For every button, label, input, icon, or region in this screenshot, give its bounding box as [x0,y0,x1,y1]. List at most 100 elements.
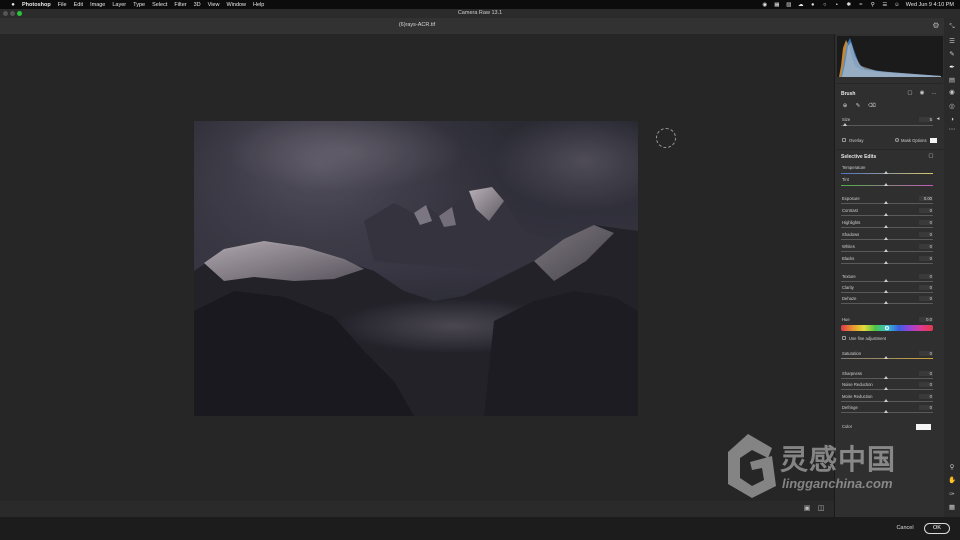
clock[interactable]: Wed Jun 9 4:10 PM [906,2,954,8]
hue-value[interactable]: 0.0 [919,317,933,322]
edit-icon[interactable]: ☰ [948,38,956,46]
dehaze-value[interactable]: 0 [919,296,933,301]
more-icon[interactable]: … [931,90,937,96]
fine-adjustment-checkbox[interactable] [842,336,846,340]
shadows-value[interactable]: 0 [919,232,933,237]
dehaze-thumb[interactable] [884,301,888,304]
saturation-value[interactable]: 0 [919,351,933,356]
defringe-value[interactable]: 0 [919,405,933,410]
mask-options-radio[interactable] [895,138,899,142]
size-slider[interactable] [841,125,933,126]
contrast-thumb[interactable] [884,213,888,216]
size-value[interactable]: 5 [919,117,933,122]
mask-options-label[interactable]: Mask Options [901,138,927,143]
temperature-thumb[interactable] [884,171,888,174]
app-icon[interactable]: ▨ [786,2,792,8]
expand-icon[interactable]: ⤡ [948,23,956,31]
reset-icon[interactable]: ▢ [928,153,934,159]
menu-help[interactable]: Help [253,2,264,8]
menu-file[interactable]: File [58,2,67,8]
ok-button[interactable]: OK [924,523,950,534]
blacks-value[interactable]: 0 [919,256,933,261]
size-label: Size [842,117,851,122]
cloud-icon[interactable]: ☁ [798,2,804,8]
brush-pen-icon[interactable]: ✎ [855,103,861,109]
hue-thumb[interactable] [885,326,889,330]
radial-icon[interactable]: ◉ [948,89,956,97]
cancel-button[interactable]: Cancel [890,523,920,534]
clarity-thumb[interactable] [884,290,888,293]
image-canvas[interactable] [0,34,834,501]
brush-icon[interactable]: ✒ [948,64,956,72]
circle-icon[interactable]: ○ [822,2,828,8]
exposure-value[interactable]: 0.00 [919,196,933,201]
menu-type[interactable]: Type [133,2,145,8]
noise-reduction-value[interactable]: 0 [919,382,933,387]
apple-icon[interactable]: ● [9,2,17,8]
highlights-thumb[interactable] [884,225,888,228]
moire-reduction-thumb[interactable] [884,399,888,402]
clarity-value[interactable]: 0 [919,285,933,290]
menu-edit[interactable]: Edit [74,2,83,8]
tint-thumb[interactable] [884,183,888,186]
saturation-thumb[interactable] [884,356,888,359]
copy-icon[interactable]: ▢ [907,90,913,96]
brush-add-icon[interactable]: ⊕ [842,103,848,109]
menu-layer[interactable]: Layer [112,2,126,8]
menu-image[interactable]: Image [90,2,105,8]
menu-app[interactable]: Photoshop [22,2,51,8]
gear-icon[interactable]: ⚙ [931,21,941,31]
contrast-value[interactable]: 0 [919,208,933,213]
chevron-left-icon[interactable]: ◂ [935,116,941,122]
single-view-icon[interactable]: ▣ [803,505,811,513]
record-icon[interactable]: ◉ [762,2,768,8]
whites-value[interactable]: 0 [919,244,933,249]
bluetooth-icon[interactable]: ✱ [846,2,852,8]
control-center-icon[interactable]: ☰ [882,2,888,8]
gradient-icon[interactable]: ▤ [948,77,956,85]
fine-adjustment-label[interactable]: Use fine adjustment [849,336,886,341]
menu-window[interactable]: Window [226,2,246,8]
sharpness-thumb[interactable] [884,376,888,379]
window-title: Camera Raw 13.1 [457,10,503,16]
visibility-icon[interactable]: ◉ [919,90,925,96]
eraser-icon[interactable]: ⌫ [868,103,876,109]
defringe-thumb[interactable] [884,410,888,413]
menu-3d[interactable]: 3D [194,2,201,8]
user-icon[interactable]: ☺ [894,2,900,8]
dot-icon[interactable]: • [834,2,840,8]
overlay-label[interactable]: Overlay [849,138,863,143]
grid-icon[interactable]: ▦ [774,2,780,8]
redeye-icon[interactable]: ◎ [948,103,956,111]
menu-view[interactable]: View [208,2,220,8]
blacks-thumb[interactable] [884,261,888,264]
exposure-thumb[interactable] [884,201,888,204]
photo-preview[interactable] [194,121,638,416]
hand-icon[interactable]: ✋ [948,477,956,485]
hue-label: Hue [842,317,850,322]
menu-filter[interactable]: Filter [174,2,186,8]
highlights-value[interactable]: 0 [919,220,933,225]
sharpness-value[interactable]: 0 [919,371,933,376]
eyedropper-icon[interactable]: ✑ [948,491,956,499]
drop-icon[interactable]: ● [810,2,816,8]
moire-reduction-value[interactable]: 0 [919,394,933,399]
texture-value[interactable]: 0 [919,274,933,279]
noise-reduction-thumb[interactable] [884,387,888,390]
menu-select[interactable]: Select [152,2,167,8]
presets-icon[interactable]: ◑ [948,116,956,124]
divider [837,83,943,84]
wifi-icon[interactable]: ≈ [858,2,864,8]
search-icon[interactable]: ⚲ [870,2,876,8]
whites-thumb[interactable] [884,249,888,252]
grid-overlay-icon[interactable]: ▦ [948,504,956,512]
texture-thumb[interactable] [884,279,888,282]
mask-color-swatch[interactable] [930,138,937,143]
compare-view-icon[interactable]: ◫ [817,505,825,513]
more-tools-icon[interactable]: ⋯ [948,126,956,134]
shadows-thumb[interactable] [884,237,888,240]
zoom-icon[interactable]: ⚲ [948,464,956,472]
heal-icon[interactable]: ✎ [948,51,956,59]
size-thumb[interactable] [843,123,847,126]
overlay-checkbox[interactable] [842,138,846,142]
